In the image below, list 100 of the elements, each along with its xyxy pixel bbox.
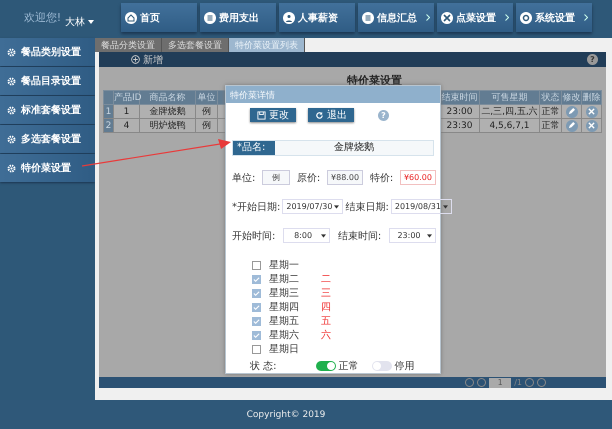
refresh-icon (315, 110, 324, 120)
day-label: 星期日 (269, 342, 300, 356)
person-icon (283, 12, 295, 24)
dropdown[interactable]: 2019/07/30 (282, 199, 344, 214)
column-header: 结束时间 (440, 90, 480, 104)
row-number: 1 (104, 104, 114, 118)
save-icon (257, 110, 266, 120)
caret-icon (427, 234, 432, 238)
save-button[interactable]: 更改 (250, 108, 296, 122)
dropdown[interactable]: 2019/08/31 (390, 199, 452, 214)
tab[interactable]: 多选套餐设置 (162, 38, 229, 52)
last-page-button[interactable] (537, 378, 546, 387)
checkbox[interactable] (252, 330, 261, 340)
help-button[interactable]: ? (587, 54, 598, 65)
table-cell: 4,5,6,7,1 (480, 118, 540, 132)
day-mark: 五 (321, 315, 331, 328)
delete-button[interactable] (586, 120, 598, 132)
checkbox[interactable] (252, 302, 261, 312)
caret-icon (321, 234, 326, 238)
tab[interactable]: 餐品分类设置 (95, 38, 162, 52)
field-label: 特价: (370, 172, 394, 184)
sidebar-item[interactable]: 多选套餐设置 (0, 125, 95, 153)
copyright-text: Copyright© 2019 (246, 410, 326, 420)
day-mark: 二 (321, 273, 331, 286)
input-field[interactable]: ¥88.00 (327, 170, 364, 185)
day-mark: 三 (321, 287, 331, 300)
dialog-title: 特价菜详情 (226, 86, 440, 103)
table-corner (104, 90, 114, 104)
input-field[interactable]: ¥60.00 (400, 170, 436, 185)
field-label: *开始日期: (232, 200, 280, 214)
nav-button[interactable]: 首页 (121, 3, 197, 32)
home-icon (125, 12, 137, 24)
dropdown[interactable]: 8:00 (283, 228, 330, 243)
checkbox[interactable] (252, 344, 261, 354)
caret-icon (334, 204, 340, 208)
row-number: 2 (104, 118, 114, 132)
day-label: 星期三 (269, 286, 300, 300)
day-label: 星期一 (269, 258, 300, 272)
chevron-icon (584, 14, 588, 21)
first-page-button[interactable] (465, 378, 474, 387)
caret-icon (88, 20, 94, 24)
day-label: 星期六 (269, 328, 300, 342)
checkbox[interactable] (252, 288, 261, 298)
toggle-switch[interactable] (372, 361, 392, 371)
list-icon (362, 12, 374, 24)
sidebar-item[interactable]: 餐品类别设置 (0, 38, 95, 66)
checkbox[interactable] (252, 274, 261, 284)
field-label: 状 态: (250, 360, 277, 373)
checkbox[interactable] (252, 316, 261, 326)
chevron-icon (505, 14, 509, 21)
table-cell: 金牌烧鹅 (140, 104, 196, 118)
column-header: 商品名称 (140, 90, 196, 104)
column-header: 修改 (562, 90, 582, 104)
nav-button[interactable]: 人事薪资 (279, 3, 355, 32)
sidebar-item[interactable]: 标准套餐设置 (0, 96, 95, 124)
chevron-icon (426, 14, 430, 21)
plus-icon (131, 55, 140, 64)
edit-button[interactable] (566, 106, 578, 118)
nav-button[interactable]: 系统设置 (516, 3, 592, 32)
exit-button[interactable]: 退出 (308, 108, 354, 122)
column-header: 单位 (196, 90, 218, 104)
day-label: 星期四 (269, 300, 300, 314)
nav-button[interactable]: 费用支出 (200, 3, 276, 32)
field-label: 原价: (296, 172, 320, 184)
page-title: 特价菜设置 (346, 73, 403, 89)
sidebar-item[interactable]: 特价菜设置 (0, 154, 95, 182)
dropdown[interactable]: 23:00 (389, 228, 436, 243)
toggle-label: 正常 (338, 360, 359, 373)
day-label: 星期五 (269, 314, 300, 328)
column-header: 产品ID (114, 90, 140, 104)
field-label: 结束日期: (345, 200, 389, 214)
column-header: 可售星期 (480, 90, 540, 104)
input-field[interactable]: 例 (262, 170, 290, 185)
table-cell: 二,三,四,五,六 (480, 104, 540, 118)
field-label: 结束时间: (338, 230, 382, 242)
nav-button[interactable]: 点菜设置 (437, 3, 513, 32)
nav-button[interactable]: 信息汇总 (358, 3, 434, 32)
page-field[interactable]: 1 (489, 378, 512, 388)
user-menu[interactable]: 大林 (65, 14, 94, 28)
next-page-button[interactable] (525, 378, 534, 387)
toggle-label: 停用 (394, 360, 415, 373)
caret-icon (442, 204, 448, 208)
close-icon (588, 122, 595, 129)
previous-page-button[interactable] (477, 378, 486, 387)
sidebar-item[interactable]: 餐品目录设置 (0, 67, 95, 95)
delete-button[interactable] (586, 106, 598, 118)
page-total: /1 (514, 378, 522, 387)
toggle-switch[interactable] (316, 361, 336, 371)
field-label: 开始时间: (232, 230, 276, 242)
column-header: 删除 (582, 90, 602, 104)
close-icon (588, 108, 595, 115)
welcome-text: 欢迎您! (24, 10, 62, 25)
day-mark: 六 (321, 328, 331, 342)
day-mark: 四 (321, 301, 331, 314)
field-label: 单位: (232, 172, 256, 184)
checkbox[interactable] (252, 260, 261, 270)
table-cell: 明炉烧鸭 (140, 118, 196, 132)
add-button[interactable]: 新增 (131, 52, 163, 66)
day-label: 星期二 (269, 272, 300, 286)
edit-button[interactable] (566, 120, 578, 132)
